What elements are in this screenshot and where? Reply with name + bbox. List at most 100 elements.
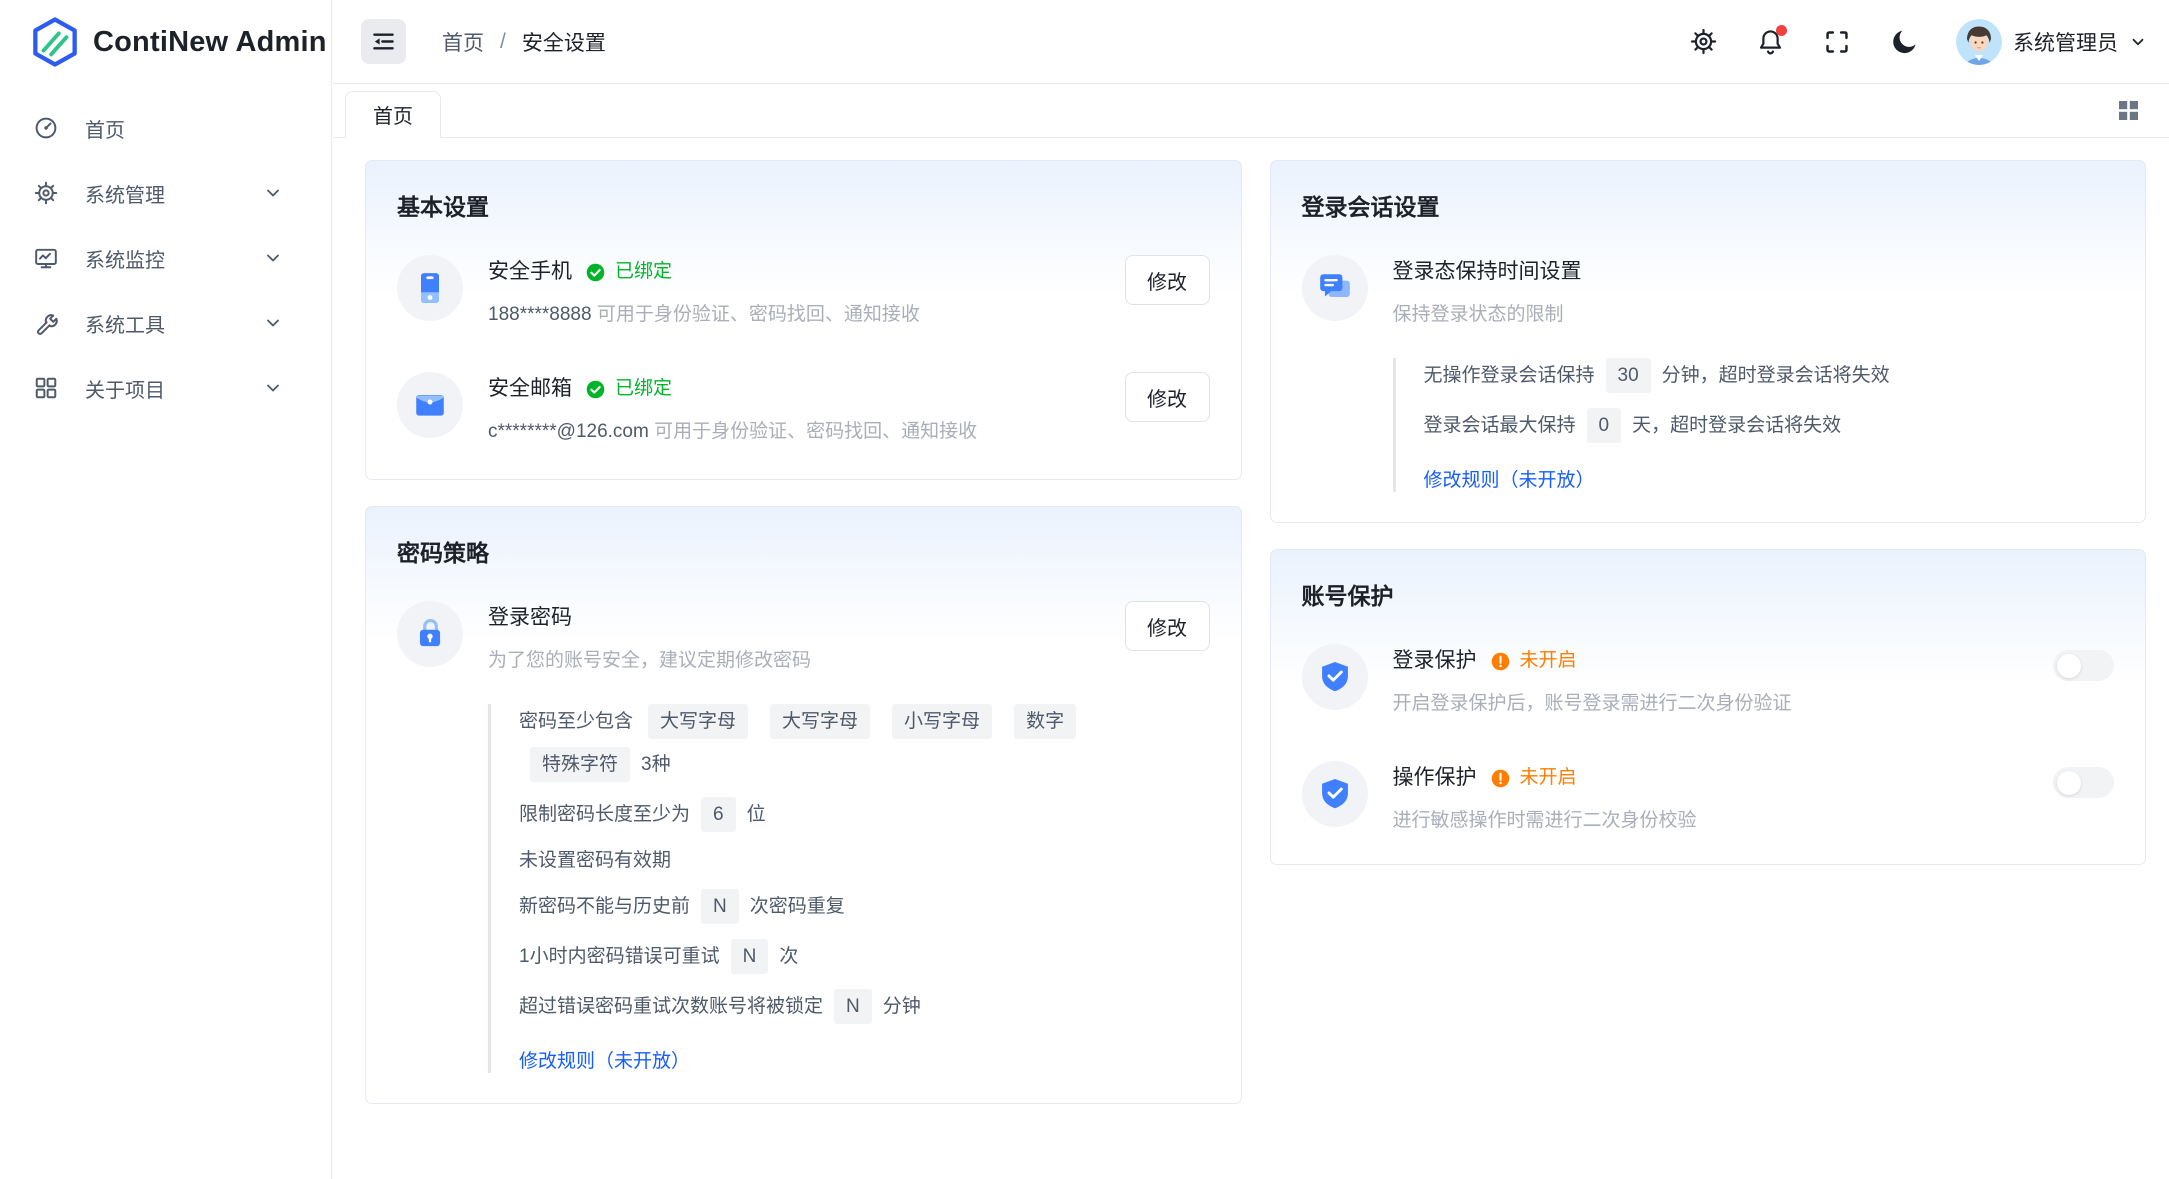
tab-actions-button[interactable] bbox=[2113, 96, 2143, 126]
content-right-column: 登录会话设置 登录态保持时间设置 bbox=[1270, 160, 2147, 1179]
login-protection-row: 登录保护 未开启 开启登录保护后，账号登录需进行二次身份验证 bbox=[1302, 644, 2115, 717]
not-enabled-badge: 未开启 bbox=[1490, 764, 1577, 792]
session-keep-desc: 保持登录状态的限制 bbox=[1393, 304, 1564, 325]
rule-text: 3种 bbox=[641, 751, 671, 778]
operation-protection-row: 操作保护 未开启 进行敏感操作时需进行二次身份校验 bbox=[1302, 761, 2115, 834]
breadcrumb: 首页 / 安全设置 bbox=[442, 27, 606, 57]
card-title: 基本设置 bbox=[397, 188, 1210, 222]
breadcrumb-current: 安全设置 bbox=[522, 27, 606, 57]
breadcrumb-separator: / bbox=[500, 30, 506, 54]
sidebar-item-about-project[interactable]: 关于项目 bbox=[10, 360, 309, 416]
secure-email-value: c********@126.com bbox=[488, 421, 649, 442]
menu-fold-icon bbox=[371, 29, 396, 54]
chevron-down-icon bbox=[263, 183, 283, 203]
modify-password-button[interactable]: 修改 bbox=[1125, 601, 1210, 651]
login-session-card: 登录会话设置 登录态保持时间设置 bbox=[1270, 160, 2147, 523]
chevron-down-icon bbox=[263, 378, 283, 398]
rule-text: 未设置密码有效期 bbox=[519, 847, 671, 874]
rule-text: 新密码不能与历史前 bbox=[519, 893, 690, 920]
login-password-desc: 为了您的账号安全，建议定期修改密码 bbox=[488, 650, 811, 671]
breadcrumb-home[interactable]: 首页 bbox=[442, 27, 484, 57]
rule-text: 1小时内密码错误可重试 bbox=[519, 943, 720, 970]
shield-icon bbox=[1302, 761, 1368, 827]
app-logo-icon bbox=[32, 17, 78, 67]
secure-phone-desc: 可用于身份验证、密码找回、通知接收 bbox=[597, 304, 920, 325]
rule-text: 无操作登录会话保持 bbox=[1424, 362, 1595, 389]
check-circle-icon bbox=[585, 379, 606, 400]
sidebar-item-system-management[interactable]: 系统管理 bbox=[10, 165, 309, 221]
password-policy-card: 密码策略 登录密码 bbox=[365, 506, 1242, 1104]
sidebar-item-label: 系统监控 bbox=[85, 244, 236, 273]
settings-button[interactable] bbox=[1688, 27, 1718, 57]
rule-text: 超过错误密码重试次数账号将被锁定 bbox=[519, 993, 823, 1020]
user-menu[interactable]: 系统管理员 bbox=[1956, 19, 2147, 65]
chat-icon bbox=[1302, 255, 1368, 321]
avatar bbox=[1956, 19, 2002, 65]
login-password-body: 登录密码 为了您的账号安全，建议定期修改密码 密码至少包含 大写字母 大写字母 … bbox=[488, 601, 1100, 1073]
app-title: ContiNew Admin bbox=[93, 26, 327, 59]
chevron-down-icon bbox=[263, 248, 283, 268]
modify-email-button[interactable]: 修改 bbox=[1125, 372, 1210, 422]
notifications-button[interactable] bbox=[1755, 27, 1785, 57]
rule-text: 限制密码长度至少为 bbox=[519, 801, 690, 828]
session-keep-title: 登录态保持时间设置 bbox=[1393, 258, 1582, 286]
password-rules: 密码至少包含 大写字母 大写字母 小写字母 数字 特殊字符 3种 限制密码长度至… bbox=[488, 704, 1100, 1073]
user-name: 系统管理员 bbox=[2013, 27, 2118, 57]
rule-tag: 数字 bbox=[1014, 704, 1076, 739]
logo-home-link[interactable]: ContiNew Admin bbox=[0, 0, 331, 84]
basic-settings-card: 基本设置 安全手机 bbox=[365, 160, 1242, 480]
sidebar-item-label: 系统工具 bbox=[85, 309, 236, 338]
secure-phone-row: 安全手机 已绑定 188****8888 可用于身份验证、密码找回、通知接收 bbox=[397, 255, 1210, 328]
shield-icon bbox=[1302, 644, 1368, 710]
wrench-icon bbox=[34, 311, 58, 335]
rule-text: 密码至少包含 bbox=[519, 708, 633, 735]
rule-tag: 特殊字符 bbox=[530, 747, 630, 782]
rule-min-length: 限制密码长度至少为 6 位 bbox=[519, 797, 1100, 832]
rule-tag: 大写字母 bbox=[648, 704, 748, 739]
sidebar-item-label: 首页 bbox=[85, 114, 283, 143]
modify-rules-link[interactable]: 修改规则（未开放） bbox=[519, 1046, 690, 1073]
modify-rules-link[interactable]: 修改规则（未开放） bbox=[1424, 465, 1595, 492]
rule-contains: 密码至少包含 大写字母 大写字母 小写字母 数字 特殊字符 3种 bbox=[519, 704, 1100, 782]
tabbar: 首页 bbox=[333, 84, 2169, 138]
rule-value: 0 bbox=[1587, 408, 1622, 443]
account-protection-card: 账号保护 登录保护 bbox=[1270, 549, 2147, 865]
content-left-column: 基本设置 安全手机 bbox=[365, 160, 1242, 1179]
email-icon bbox=[397, 372, 463, 438]
login-protection-title: 登录保护 bbox=[1393, 647, 1477, 675]
bound-badge: 已绑定 bbox=[585, 375, 672, 403]
rule-text: 分钟，超时登录会话将失效 bbox=[1662, 362, 1890, 389]
secure-email-body: 安全邮箱 已绑定 c********@126.com 可用于身份验证、密码找回、… bbox=[488, 372, 1100, 445]
sidebar-item-system-monitor[interactable]: 系统监控 bbox=[10, 230, 309, 286]
tab-home[interactable]: 首页 bbox=[345, 91, 441, 138]
sidebar-item-home[interactable]: 首页 bbox=[10, 100, 309, 156]
fullscreen-button[interactable] bbox=[1822, 27, 1852, 57]
rule-text: 分钟 bbox=[883, 993, 921, 1020]
sidebar-item-system-tools[interactable]: 系统工具 bbox=[10, 295, 309, 351]
topbar-actions: 系统管理员 bbox=[1688, 19, 2147, 65]
gear-icon bbox=[1690, 28, 1717, 55]
chevron-down-icon bbox=[263, 313, 283, 333]
rule-tag: 小写字母 bbox=[892, 704, 992, 739]
rule-text: 次 bbox=[779, 943, 798, 970]
topbar: 首页 / 安全设置 bbox=[333, 0, 2169, 84]
secure-email-title: 安全邮箱 bbox=[488, 375, 572, 403]
rule-text: 天，超时登录会话将失效 bbox=[1632, 412, 1841, 439]
card-title: 密码策略 bbox=[397, 534, 1210, 568]
rule-value: N bbox=[701, 889, 739, 924]
rule-history-repeat: 新密码不能与历史前 N 次密码重复 bbox=[519, 889, 1100, 924]
rule-retry-times: 1小时内密码错误可重试 N 次 bbox=[519, 939, 1100, 974]
moon-icon bbox=[1891, 28, 1918, 55]
toggle-knob bbox=[2057, 654, 2081, 678]
login-protection-toggle[interactable] bbox=[2053, 650, 2114, 681]
login-password-title: 登录密码 bbox=[488, 604, 572, 632]
rule-value: 6 bbox=[701, 797, 736, 832]
sidebar-collapse-button[interactable] bbox=[361, 19, 406, 64]
operation-protection-toggle[interactable] bbox=[2053, 767, 2114, 798]
login-password-row: 登录密码 为了您的账号安全，建议定期修改密码 密码至少包含 大写字母 大写字母 … bbox=[397, 601, 1210, 1073]
gear-icon bbox=[34, 181, 58, 205]
rule-text: 次密码重复 bbox=[750, 893, 845, 920]
dark-mode-button[interactable] bbox=[1889, 27, 1919, 57]
modify-phone-button[interactable]: 修改 bbox=[1125, 255, 1210, 305]
rule-max-keep: 登录会话最大保持 0 天，超时登录会话将失效 bbox=[1424, 408, 2115, 443]
